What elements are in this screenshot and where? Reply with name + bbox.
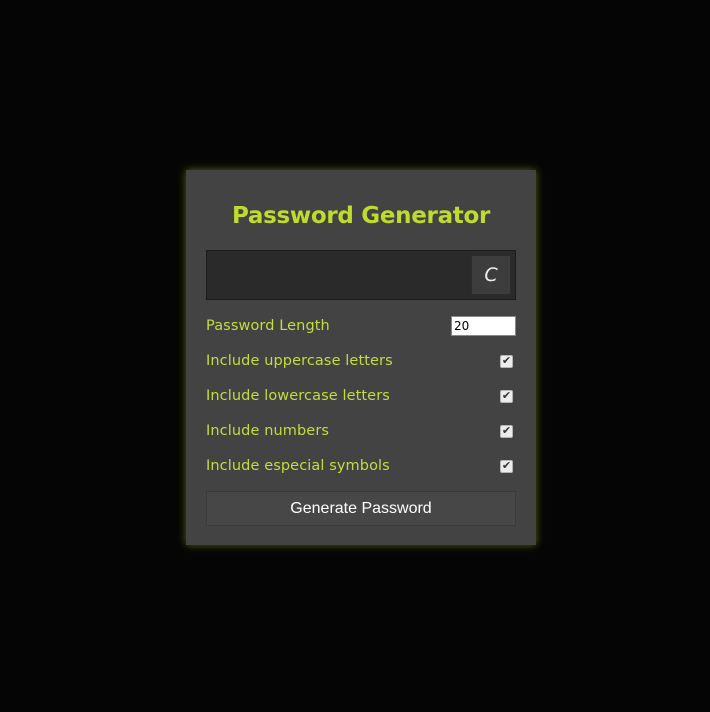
lowercase-label: Include lowercase letters	[206, 388, 390, 404]
length-label: Password Length	[206, 318, 330, 334]
checkmark-icon: ✔	[501, 353, 512, 367]
numbers-checkbox[interactable]: ✔	[500, 423, 513, 438]
generate-password-button[interactable]: Generate Password	[206, 491, 516, 526]
copy-button[interactable]: C	[471, 255, 511, 295]
page-title: Password Generator	[231, 203, 491, 229]
setting-symbols: Include especial symbols ✔	[206, 456, 516, 476]
setting-uppercase: Include uppercase letters ✔	[206, 351, 516, 371]
setting-lowercase: Include lowercase letters ✔	[206, 386, 516, 406]
setting-numbers: Include numbers ✔	[206, 421, 516, 441]
lowercase-checkbox[interactable]: ✔	[500, 388, 513, 403]
password-result-box: C	[206, 250, 516, 300]
length-input[interactable]	[451, 316, 516, 336]
uppercase-label: Include uppercase letters	[206, 353, 393, 369]
checkmark-icon: ✔	[501, 423, 512, 437]
uppercase-checkbox[interactable]: ✔	[500, 353, 513, 368]
symbols-checkbox[interactable]: ✔	[500, 458, 513, 473]
settings-panel: Password Length Include uppercase letter…	[206, 316, 516, 476]
setting-length: Password Length	[206, 316, 516, 336]
symbols-label: Include especial symbols	[206, 458, 390, 474]
checkmark-icon: ✔	[501, 458, 512, 472]
checkmark-icon: ✔	[501, 388, 512, 402]
password-generator-card: Password Generator C Password Length Inc…	[186, 170, 536, 545]
numbers-label: Include numbers	[206, 423, 330, 439]
